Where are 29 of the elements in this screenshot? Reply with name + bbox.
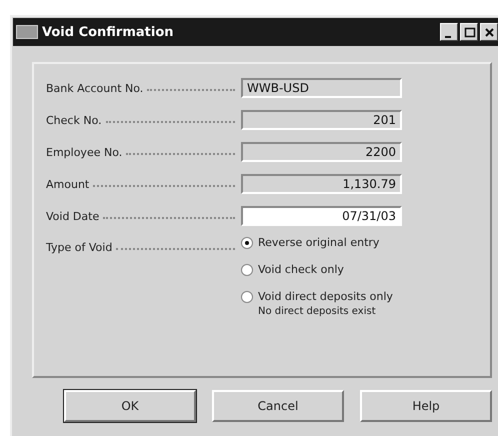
minimize-icon (444, 36, 450, 38)
field-label: Employee No. (46, 146, 122, 158)
field-label: Type of Void (46, 241, 112, 254)
maximize-button[interactable] (460, 23, 478, 41)
input-field[interactable]: 201 (241, 110, 402, 130)
close-button[interactable] (480, 23, 498, 41)
radio-button[interactable] (241, 290, 253, 302)
option-note: No direct deposits exist (258, 306, 377, 317)
radio-button[interactable] (241, 264, 253, 276)
window-icon (16, 25, 38, 39)
dialog-button[interactable]: Help (360, 390, 492, 422)
dialog-button[interactable]: Cancel (212, 390, 344, 422)
field-label: Amount (46, 178, 90, 190)
dialog-button[interactable]: OK (64, 390, 196, 422)
input-field[interactable]: 2200 (241, 142, 402, 162)
field-label: Bank Account No. (46, 82, 144, 94)
option-label[interactable]: Void check only (258, 263, 344, 276)
field-label: Check No. (46, 114, 102, 126)
input-field[interactable]: WWB-USD (241, 78, 402, 98)
radio-button[interactable] (241, 236, 253, 248)
close-icon (482, 26, 496, 38)
input-field[interactable]: 1,130.79 (241, 174, 402, 194)
window-title: Void Confirmation (42, 24, 175, 40)
option-label[interactable]: Reverse original entry (258, 236, 380, 249)
field-label: Void Date (46, 210, 100, 222)
input-field[interactable]: 07/31/03 (241, 206, 402, 226)
maximize-icon (462, 26, 476, 38)
minimize-button[interactable] (440, 23, 458, 41)
option-label[interactable]: Void direct deposits only (258, 290, 393, 303)
